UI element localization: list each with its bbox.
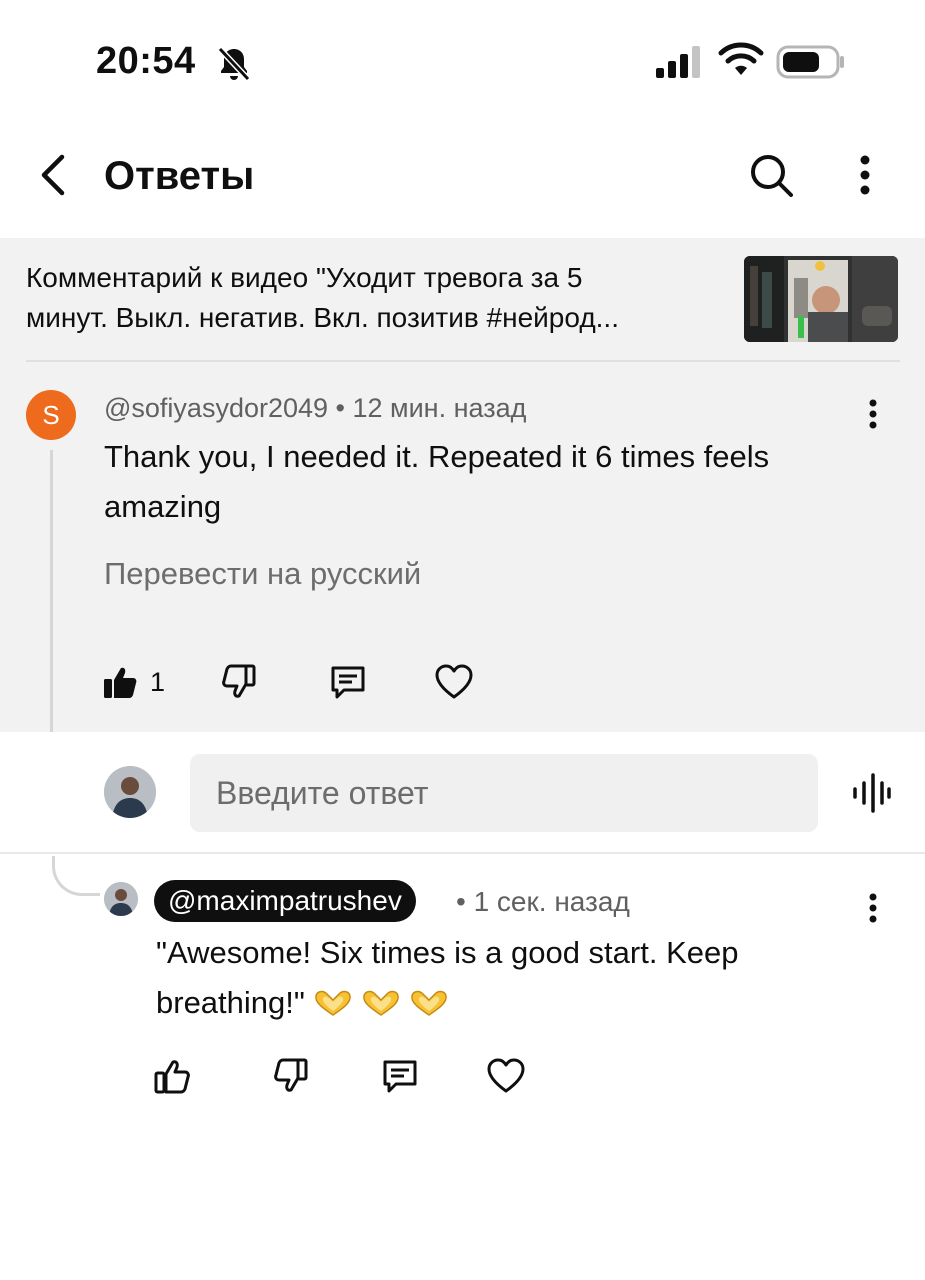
status-bar: 20:54 (0, 0, 925, 120)
thumbs-down-icon (274, 1058, 308, 1092)
voice-input-button[interactable] (848, 770, 894, 816)
search-button[interactable] (744, 148, 798, 202)
more-vertical-icon (869, 399, 877, 429)
heart-button[interactable] (486, 1054, 526, 1098)
reply-input[interactable] (190, 754, 818, 832)
video-caption-line: Комментарий к видео "Уходит тревога за 5 (26, 262, 583, 293)
heart-icon (435, 664, 473, 699)
header-more-button[interactable] (842, 148, 888, 202)
reply-text-block: "Awesome! Six times is a good start. Kee… (156, 928, 876, 1028)
divider (26, 360, 900, 362)
like-button[interactable]: 1 (100, 660, 165, 704)
app-header: Ответы (0, 120, 925, 238)
comment-text: Thank you, I needed it. Repeated it 6 ti… (104, 439, 770, 524)
dislike-button[interactable] (220, 660, 260, 704)
voice-waveform-icon (853, 773, 891, 813)
thumbs-down-icon (222, 664, 256, 698)
translate-link[interactable]: Перевести на русский (104, 556, 421, 592)
reply-avatar-image (104, 882, 138, 916)
like-button[interactable] (152, 1054, 192, 1098)
thumbs-up-filled-icon (104, 667, 137, 698)
comment-icon (331, 666, 365, 699)
video-thumbnail[interactable] (744, 256, 898, 342)
reply-button[interactable] (328, 660, 368, 704)
search-icon (751, 155, 793, 197)
thread-connector (52, 856, 100, 896)
more-vertical-icon (860, 155, 870, 195)
more-vertical-icon (869, 893, 877, 923)
thumbs-up-icon (154, 1060, 190, 1094)
reply-composer (0, 732, 925, 854)
avatar-letter: S (42, 399, 60, 430)
comment-more-button[interactable] (856, 394, 890, 434)
reply-button[interactable] (380, 1054, 420, 1098)
back-button[interactable] (28, 150, 78, 200)
wifi-icon (718, 42, 764, 75)
heart-hands-emoji (411, 990, 447, 1016)
avatar[interactable]: S (26, 390, 76, 440)
video-thumbnail-image (744, 256, 898, 342)
thread-line (50, 450, 53, 732)
status-time: 20:54 (96, 40, 196, 82)
reply-author[interactable]: @maximpatrushev (154, 880, 416, 922)
battery-icon (776, 45, 844, 79)
comment-meta: @sofiyasydor2049 • 12 мин. назад (104, 390, 526, 426)
video-caption-line: минут. Выкл. негатив. Вкл. позитив #нейр… (26, 302, 619, 333)
parent-comment-section: Комментарий к видео "Уходит тревога за 5… (0, 238, 925, 732)
comment-icon (383, 1060, 417, 1093)
like-count: 1 (150, 666, 166, 697)
comment-time: • 12 мин. назад (335, 393, 527, 423)
heart-icon (487, 1058, 525, 1093)
user-avatar-image (104, 766, 156, 818)
comment-author[interactable]: @sofiyasydor2049 (104, 393, 328, 423)
cellular-signal-icon (656, 46, 700, 78)
video-caption[interactable]: Комментарий к видео "Уходит тревога за 5… (26, 258, 726, 338)
dislike-button[interactable] (272, 1054, 312, 1098)
heart-hands-emoji (315, 990, 351, 1016)
avatar[interactable] (104, 882, 138, 916)
page-title: Ответы (104, 154, 255, 198)
reply-more-button[interactable] (856, 888, 890, 928)
heart-hands-emoji (363, 990, 399, 1016)
reply-time: • 1 сек. назад (456, 886, 630, 917)
bell-slash-icon (217, 46, 251, 82)
heart-button[interactable] (434, 660, 474, 704)
avatar[interactable] (104, 766, 156, 818)
back-arrow-icon (41, 154, 65, 196)
